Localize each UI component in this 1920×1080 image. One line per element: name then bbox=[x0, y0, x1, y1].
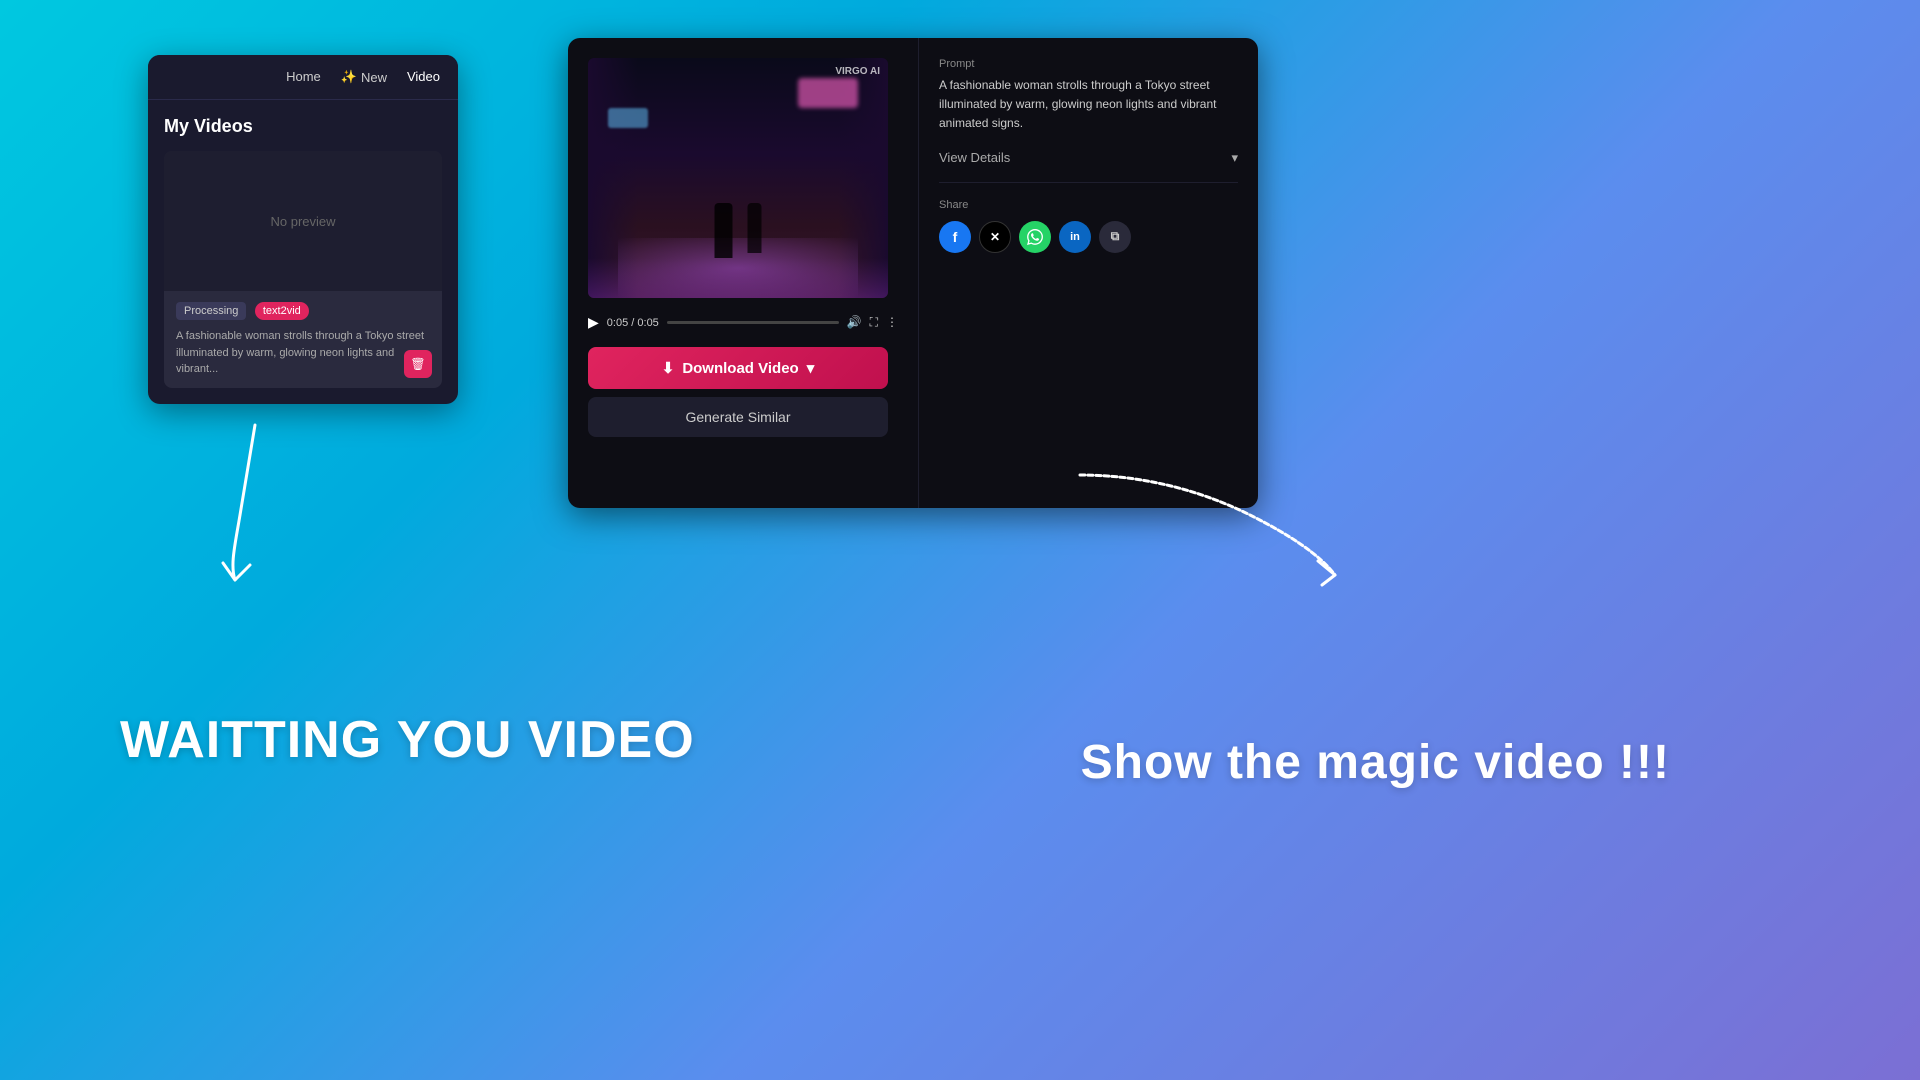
prompt-label: Prompt bbox=[939, 58, 1238, 70]
arrow-right bbox=[1070, 465, 1350, 595]
download-icon: ⬇ bbox=[662, 359, 675, 377]
share-label: Share bbox=[939, 199, 1238, 211]
nav-bar: Home ✨ New Video bbox=[148, 55, 458, 100]
left-annotation-text: WAITTING YOU VIDEO bbox=[120, 710, 695, 770]
video-controls: ▶ 0:05 / 0:05 🔊 ⛶ ⋮ bbox=[568, 306, 918, 339]
panel-inner: VIRGO AI ▶ 0:05 / 0:05 🔊 ⛶ ⋮ bbox=[568, 38, 1258, 508]
view-details-label[interactable]: View Details bbox=[939, 150, 1010, 165]
chevron-down-icon: ▾ bbox=[1231, 150, 1238, 166]
my-videos-panel: Home ✨ New Video My Videos No preview Pr… bbox=[148, 55, 458, 404]
video-card-footer: Processing text2vid A fashionable woman … bbox=[164, 291, 442, 388]
download-video-button[interactable]: ⬇ Download Video ▾ bbox=[588, 347, 888, 389]
info-section: Prompt A fashionable woman strolls throu… bbox=[918, 38, 1258, 508]
more-icon[interactable]: ⋮ bbox=[886, 315, 898, 330]
trash-icon: 🗑 bbox=[410, 357, 425, 371]
panel-title: My Videos bbox=[164, 116, 442, 137]
copy-link-button[interactable]: ⧉ bbox=[1099, 221, 1131, 253]
volume-icon[interactable]: 🔊 bbox=[847, 315, 862, 330]
panel-content: My Videos No preview Processing text2vid… bbox=[148, 100, 458, 404]
control-icons: 🔊 ⛶ ⋮ bbox=[847, 315, 898, 330]
neon-light-2 bbox=[608, 108, 648, 128]
video-section: VIRGO AI ▶ 0:05 / 0:05 🔊 ⛶ ⋮ bbox=[568, 38, 918, 508]
watermark: VIRGO AI bbox=[835, 66, 880, 77]
progress-bar[interactable] bbox=[667, 321, 839, 324]
tokyo-thumbnail: VIRGO AI bbox=[588, 58, 888, 298]
tag-badge: text2vid bbox=[255, 302, 309, 320]
video-description: A fashionable woman strolls through a To… bbox=[176, 328, 430, 378]
play-button[interactable]: ▶ bbox=[588, 314, 599, 331]
delete-button[interactable]: 🗑 bbox=[404, 350, 432, 378]
right-annotation-text: Show the magic video !!! bbox=[1081, 735, 1670, 790]
video-detail-panel: VIRGO AI ▶ 0:05 / 0:05 🔊 ⛶ ⋮ bbox=[568, 38, 1258, 508]
no-preview-label: No preview bbox=[270, 214, 335, 229]
nav-video[interactable]: Video bbox=[407, 69, 440, 85]
neon-light-1 bbox=[798, 78, 858, 108]
whatsapp-share-button[interactable] bbox=[1019, 221, 1051, 253]
time-display: 0:05 / 0:05 bbox=[607, 317, 659, 329]
view-details-row: View Details ▾ bbox=[939, 150, 1238, 183]
video-player[interactable]: VIRGO AI bbox=[588, 58, 888, 298]
nav-home[interactable]: Home bbox=[286, 69, 321, 85]
status-badge: Processing bbox=[176, 302, 246, 320]
video-card: No preview Processing text2vid A fashion… bbox=[164, 151, 442, 388]
generate-similar-button[interactable]: Generate Similar bbox=[588, 397, 888, 437]
prompt-text: A fashionable woman strolls through a To… bbox=[939, 76, 1238, 134]
nav-new[interactable]: ✨ New bbox=[341, 69, 387, 85]
linkedin-share-button[interactable]: in bbox=[1059, 221, 1091, 253]
chevron-down-icon: ▾ bbox=[807, 359, 815, 377]
star-icon: ✨ bbox=[341, 69, 357, 85]
twitter-share-button[interactable]: ✕ bbox=[979, 221, 1011, 253]
arrow-left bbox=[195, 415, 315, 590]
video-preview-area: No preview bbox=[164, 151, 442, 291]
fullscreen-icon[interactable]: ⛶ bbox=[870, 315, 878, 330]
share-icons: f ✕ in ⧉ bbox=[939, 221, 1238, 253]
facebook-share-button[interactable]: f bbox=[939, 221, 971, 253]
